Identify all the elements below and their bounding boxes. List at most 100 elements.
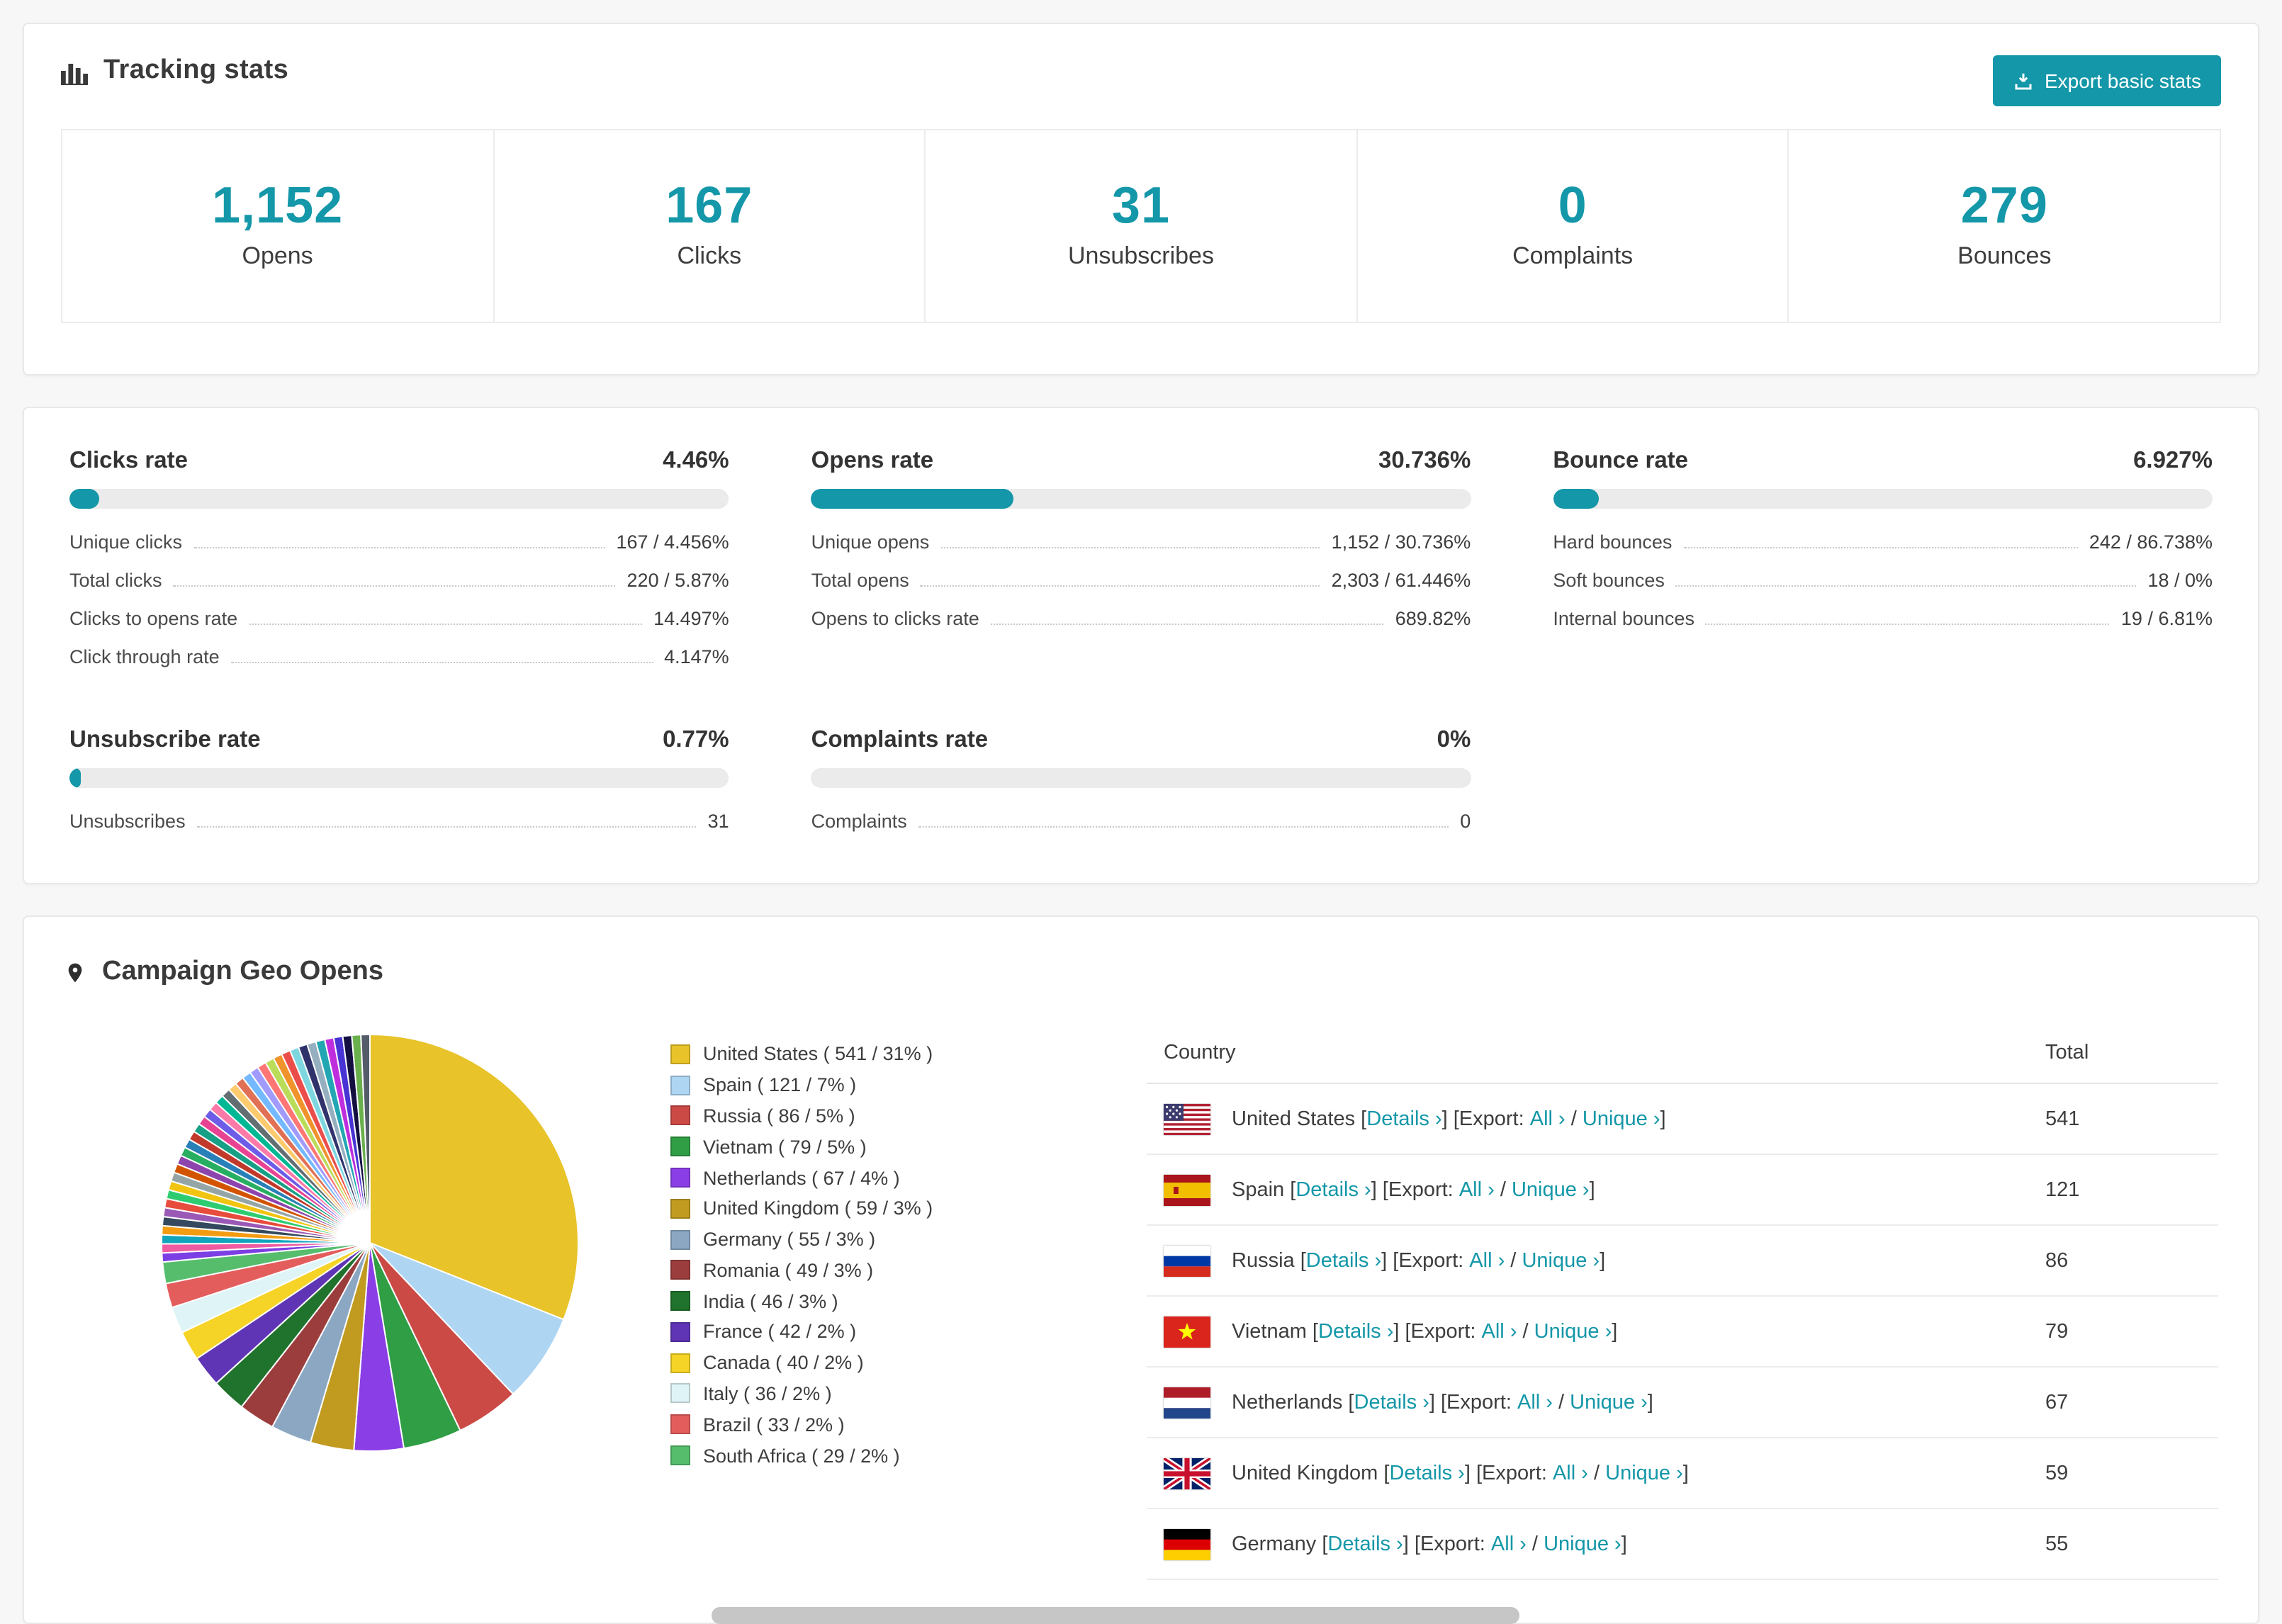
- bracket-text: [: [1306, 1320, 1318, 1343]
- legend-item[interactable]: Brazil ( 33 / 2% ): [670, 1409, 1110, 1440]
- export-unique-link[interactable]: Unique ›: [1522, 1249, 1600, 1272]
- details-link[interactable]: Details ›: [1366, 1107, 1441, 1130]
- rates-card: Clicks rate 4.46% Unique clicks 167 / 4.…: [23, 407, 2259, 884]
- rate-section: Opens rate 30.736% Unique opens 1,152 / …: [811, 448, 1471, 676]
- metric-label: Internal bounces: [1553, 608, 1694, 629]
- export-unique-link[interactable]: Unique ›: [1583, 1107, 1660, 1130]
- rate-progress-bar: [69, 489, 729, 509]
- metric-label: Soft bounces: [1553, 570, 1665, 591]
- rate-percent: 0%: [1437, 727, 1471, 752]
- rate-progress-bar: [811, 489, 1471, 509]
- export-all-link[interactable]: All ›: [1553, 1462, 1588, 1484]
- table-row: United Kingdom [ Details › ] [Export: Al…: [1147, 1438, 2218, 1509]
- export-unique-link[interactable]: Unique ›: [1534, 1320, 1612, 1343]
- bracket-text: [: [1284, 1178, 1296, 1201]
- metric-label: Hard bounces: [1553, 531, 1673, 553]
- details-link[interactable]: Details ›: [1354, 1391, 1429, 1414]
- country-flag-icon: [1164, 1103, 1210, 1134]
- metric-row: Internal bounces 19 / 6.81%: [1553, 599, 2213, 638]
- export-basic-stats-button[interactable]: Export basic stats: [1992, 55, 2221, 106]
- export-basic-stats-label: Export basic stats: [2045, 69, 2201, 92]
- geo-table-rows: United States [ Details › ] [Export: All…: [1147, 1084, 2218, 1580]
- export-unique-link[interactable]: Unique ›: [1570, 1391, 1648, 1414]
- dashboard: Tracking stats Export basic stats 1,152 …: [0, 0, 2282, 1624]
- legend-item[interactable]: United States ( 541 / 31% ): [670, 1039, 1110, 1070]
- slash-text: /: [1517, 1320, 1534, 1343]
- rate-percent: 4.46%: [663, 448, 729, 473]
- legend-item[interactable]: Germany ( 55 / 3% ): [670, 1224, 1110, 1255]
- legend-swatch-icon: [670, 1198, 690, 1219]
- stat-box: 279 Bounces: [1789, 130, 2220, 322]
- stat-value: 279: [1960, 176, 2048, 234]
- legend-label: Russia ( 86 / 5% ): [703, 1105, 855, 1127]
- dotted-leader: [1675, 585, 2137, 587]
- metric-value: 242 / 86.738%: [2089, 531, 2213, 553]
- metric-label: Unique clicks: [69, 531, 183, 553]
- legend-swatch-icon: [670, 1105, 690, 1126]
- table-row: Vietnam [ Details › ] [Export: All › / U…: [1147, 1297, 2218, 1368]
- metric-value: 1,152 / 30.736%: [1331, 531, 1471, 553]
- rate-progress-fill: [811, 489, 1014, 509]
- legend-item[interactable]: Italy ( 36 / 2% ): [670, 1378, 1110, 1409]
- legend-item[interactable]: Netherlands ( 67 / 4% ): [670, 1162, 1110, 1193]
- legend-label: Germany ( 55 / 3% ): [703, 1229, 876, 1251]
- slash-text: /: [1526, 1533, 1544, 1555]
- legend-swatch-icon: [670, 1044, 690, 1064]
- details-link[interactable]: Details ›: [1318, 1320, 1393, 1343]
- tracking-stats-title: Tracking stats: [61, 55, 288, 86]
- legend-label: Romania ( 49 / 3% ): [703, 1259, 874, 1281]
- rate-progress-bar: [69, 768, 729, 788]
- legend-item[interactable]: Canada ( 40 / 2% ): [670, 1348, 1110, 1379]
- dotted-leader: [230, 662, 653, 663]
- dotted-leader: [193, 547, 605, 548]
- rate-section: Complaints rate 0% Complaints 0: [811, 727, 1471, 840]
- export-unique-link[interactable]: Unique ›: [1512, 1178, 1590, 1201]
- metric-label: Unsubscribes: [69, 811, 186, 832]
- legend-label: South Africa ( 29 / 2% ): [703, 1445, 900, 1467]
- export-all-link[interactable]: All ›: [1530, 1107, 1566, 1130]
- country-flag-icon: [1164, 1174, 1210, 1205]
- horizontal-scrollbar-thumb[interactable]: [712, 1607, 1519, 1624]
- dotted-leader: [249, 624, 643, 625]
- legend-item[interactable]: Spain ( 121 / 7% ): [670, 1070, 1110, 1101]
- country-cell: Russia [ Details › ] [Export: All › / Un…: [1164, 1245, 2045, 1276]
- metric-value: 2,303 / 61.446%: [1331, 570, 1471, 591]
- export-prefix-text: ] [Export:: [1464, 1462, 1553, 1484]
- export-all-link[interactable]: All ›: [1517, 1391, 1553, 1414]
- rate-progress-fill: [69, 768, 81, 788]
- legend-swatch-icon: [670, 1291, 690, 1312]
- legend-item[interactable]: India ( 46 / 3% ): [670, 1286, 1110, 1317]
- export-all-link[interactable]: All ›: [1459, 1178, 1495, 1201]
- rate-section: Bounce rate 6.927% Hard bounces 242 / 86…: [1553, 448, 2213, 676]
- legend-item[interactable]: Vietnam ( 79 / 5% ): [670, 1132, 1110, 1163]
- slash-text: /: [1565, 1107, 1583, 1130]
- export-unique-link[interactable]: Unique ›: [1544, 1533, 1621, 1555]
- bracket-text: [: [1342, 1391, 1354, 1414]
- metric-row: Unique clicks 167 / 4.456%: [69, 523, 729, 561]
- country-cell: United States [ Details › ] [Export: All…: [1164, 1103, 2045, 1134]
- details-link[interactable]: Details ›: [1389, 1462, 1464, 1484]
- details-link[interactable]: Details ›: [1295, 1178, 1371, 1201]
- export-all-link[interactable]: All ›: [1491, 1533, 1527, 1555]
- bracket-close-text: ]: [1612, 1320, 1618, 1343]
- legend-item[interactable]: Romania ( 49 / 3% ): [670, 1255, 1110, 1286]
- legend-item[interactable]: United Kingdom ( 59 / 3% ): [670, 1193, 1110, 1224]
- metric-row: Opens to clicks rate 689.82%: [811, 599, 1471, 638]
- legend-item[interactable]: Russia ( 86 / 5% ): [670, 1100, 1110, 1132]
- slash-text: /: [1505, 1249, 1522, 1272]
- country-total: 86: [2045, 1249, 2069, 1272]
- export-unique-link[interactable]: Unique ›: [1605, 1462, 1683, 1484]
- details-link[interactable]: Details ›: [1327, 1533, 1403, 1555]
- dotted-leader: [940, 547, 1320, 548]
- legend-item[interactable]: France ( 42 / 2% ): [670, 1316, 1110, 1348]
- details-link[interactable]: Details ›: [1306, 1249, 1381, 1272]
- legend-item[interactable]: South Africa ( 29 / 2% ): [670, 1440, 1110, 1471]
- export-all-link[interactable]: All ›: [1482, 1320, 1517, 1343]
- export-all-link[interactable]: All ›: [1469, 1249, 1505, 1272]
- dotted-leader: [920, 585, 1320, 587]
- metric-value: 19 / 6.81%: [2120, 608, 2213, 629]
- rate-title: Opens rate: [811, 448, 934, 473]
- metric-row: Click through rate 4.147%: [69, 638, 729, 676]
- metric-row: Total opens 2,303 / 61.446%: [811, 561, 1471, 599]
- legend-swatch-icon: [670, 1260, 690, 1280]
